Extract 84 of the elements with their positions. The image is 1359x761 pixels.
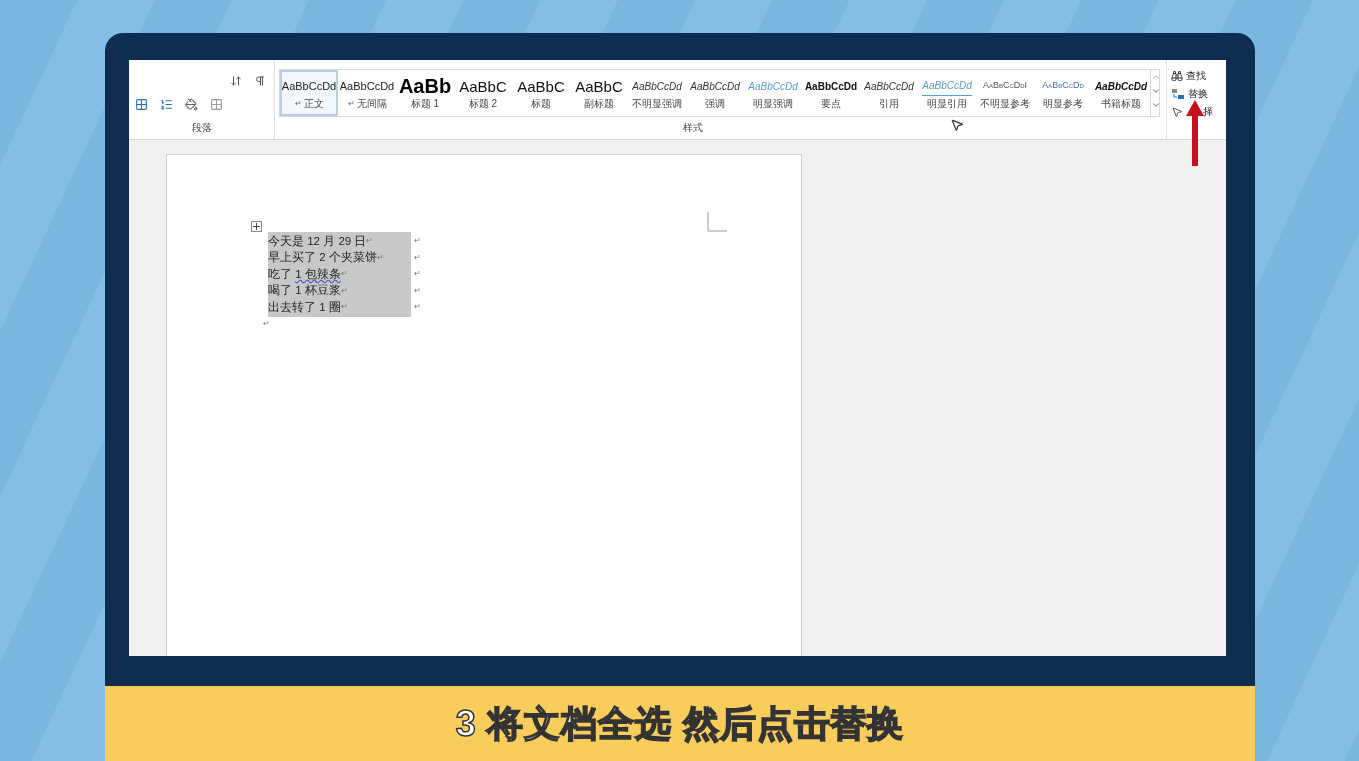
style-item[interactable]: AaBbCcDd 明显引用	[918, 70, 976, 116]
cell-end-mark: ↵	[414, 301, 421, 314]
style-label: 不明显参考	[980, 98, 1030, 110]
paragraph-mark: ↵	[294, 98, 302, 110]
style-preview: AaBbCcDdI	[982, 79, 1028, 93]
style-item[interactable]: AaBbCcDd 书籍标题	[1092, 70, 1150, 116]
table-move-handle-icon	[251, 221, 262, 232]
style-preview: AaBbC	[575, 76, 623, 96]
cell-end-mark: ↵	[414, 235, 421, 248]
style-item[interactable]: AaBbCcDd 不明显强调	[628, 70, 686, 116]
more-icon[interactable]	[1151, 100, 1161, 110]
paragraph-mark: ↵	[347, 98, 355, 110]
borders-icon[interactable]	[210, 97, 223, 111]
editing-command[interactable]: 查找	[1171, 68, 1226, 83]
style-label: 明显引用	[927, 98, 967, 110]
pointer-icon	[1171, 105, 1183, 118]
document-text: 今天是 12 月 29 日	[268, 233, 367, 249]
style-preview: AaBbCcDd	[1042, 79, 1084, 93]
group-label: 样式	[682, 121, 703, 135]
style-preview: AaBbCcDd	[804, 79, 858, 94]
document-text: 喝了 1 杯豆浆	[268, 283, 341, 299]
style-label: 要点	[821, 98, 841, 110]
paragraph-mark: ↵	[263, 318, 270, 330]
style-label: 明显强调	[753, 98, 793, 110]
style-label: 引用	[879, 98, 899, 110]
style-item[interactable]: AaBbC 标题 2	[454, 70, 512, 116]
style-item[interactable]: AaBbCcDd 明显参考	[1034, 70, 1092, 116]
line-spacing-icon[interactable]	[160, 97, 173, 111]
editing-command[interactable]: 择	[1171, 104, 1226, 119]
style-label: 副标题	[584, 98, 614, 110]
paragraph-mark: ↵	[376, 252, 384, 262]
editing-command[interactable]: 替换	[1171, 86, 1226, 101]
document-text: 吃了	[268, 266, 293, 282]
caption-text: 3 将文档全选 然后点击替换	[455, 701, 905, 746]
style-label: 标题 2	[468, 98, 498, 110]
style-label: 正文	[303, 98, 324, 110]
document-text: 1 包辣条	[295, 266, 341, 282]
style-label: 标题 1	[410, 98, 440, 110]
shading-icon[interactable]	[185, 97, 198, 111]
style-preview: AaBbC	[459, 76, 507, 96]
crop-mark-icon	[707, 212, 727, 232]
style-preview: AaBbCcDd	[339, 78, 395, 94]
replace-icon	[1171, 87, 1185, 100]
style-item[interactable]: AaBbCcDdI 不明显参考	[976, 70, 1034, 116]
sort-icon[interactable]	[230, 75, 242, 87]
cell-end-mark: ↵	[414, 284, 421, 297]
mouse-cursor-icon	[950, 118, 964, 132]
style-preview: AaBbCcDd	[1094, 79, 1148, 94]
paragraph-mark: ↵	[340, 302, 348, 312]
style-preview: AaBbCcDd	[922, 76, 972, 96]
style-label: 强调	[705, 98, 725, 110]
style-preview: AaBbCcDd	[632, 79, 682, 94]
paragraph-mark: ↵	[366, 236, 374, 246]
style-label: 书籍标题	[1101, 98, 1141, 110]
style-item[interactable]: AaBbCcDd 引用	[860, 70, 918, 116]
binoculars-icon	[1171, 69, 1183, 82]
style-item[interactable]: AaBbCcDd ↵ 正文	[280, 70, 338, 116]
group-label: 段落	[191, 121, 212, 135]
style-label: 无间隔	[356, 98, 387, 110]
style-item[interactable]: AaBbCcDd 强调	[686, 70, 744, 116]
scroll-down-icon[interactable]	[1151, 86, 1161, 96]
cell-end-mark: ↵	[414, 251, 421, 264]
style-preview: AaBb	[398, 76, 452, 96]
style-preview: AaBbCcDd	[864, 79, 914, 94]
style-label: 明显参考	[1043, 98, 1083, 110]
document-text: 出去转了 1 圈	[268, 299, 341, 315]
style-preview: AaBbCcDd	[748, 79, 798, 94]
style-preview: AaBbCcDd	[281, 78, 337, 94]
style-preview: AaBbC	[517, 76, 565, 96]
style-label: 标题	[531, 98, 551, 110]
paragraph-mark: ↵	[340, 285, 348, 295]
style-item[interactable]: AaBbCcDd 明显强调	[744, 70, 802, 116]
style-item[interactable]: AaBbCcDd 要点	[802, 70, 860, 116]
paragraph-mark: ↵	[340, 269, 348, 279]
style-item[interactable]: AaBbCcDd ↵ 无间隔	[338, 70, 396, 116]
style-item[interactable]: AaBbC 标题	[512, 70, 570, 116]
style-label: 不明显强调	[632, 98, 682, 110]
annotation-arrow-icon	[1186, 100, 1204, 166]
document-text: 早上买了 2 个夹菜饼	[268, 250, 377, 266]
style-item[interactable]: AaBbC 副标题	[570, 70, 628, 116]
style-preview: AaBbCcDd	[690, 79, 740, 94]
pilcrow-icon[interactable]	[254, 75, 266, 87]
style-item[interactable]: AaBb 标题 1	[396, 70, 454, 116]
cell-end-mark: ↵	[414, 268, 421, 281]
